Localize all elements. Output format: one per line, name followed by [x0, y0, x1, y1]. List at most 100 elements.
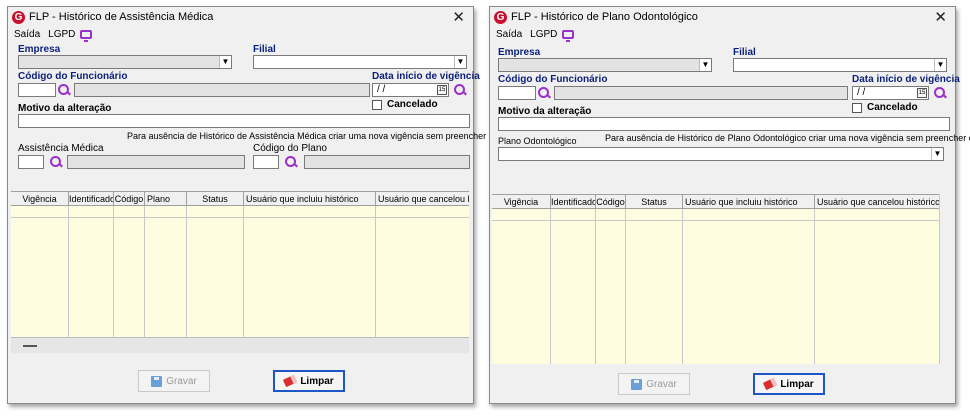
chevron-down-icon[interactable]: ▼ — [699, 59, 711, 71]
codigo-plano-input[interactable] — [253, 155, 279, 169]
save-button[interactable]: Gravar — [618, 373, 690, 395]
empresa-label: Empresa — [18, 44, 61, 55]
data-inicio-label: Data início de vigência — [852, 74, 960, 85]
assistencia-name-field — [67, 155, 245, 169]
flp-logo-icon: G — [12, 11, 25, 24]
search-icon[interactable] — [934, 87, 946, 99]
codigo-funcionario-label: Código do Funcionário — [18, 71, 128, 82]
empresa-label: Empresa — [498, 47, 541, 58]
save-icon — [631, 378, 643, 390]
title-bar: G FLP - Histórico de Plano Odontológico … — [490, 7, 955, 29]
date-value: / / — [857, 87, 866, 98]
history-grid[interactable]: Vigência Identificador Código Status Usu… — [492, 194, 939, 364]
clear-button-label: Limpar — [300, 375, 334, 387]
vertical-scrollbar[interactable] — [939, 194, 951, 364]
col-usuario-cancelou[interactable]: Usuário que cancelou histórico — [815, 195, 939, 209]
funcionario-name-field — [74, 83, 370, 97]
save-button-label: Gravar — [646, 378, 677, 390]
col-usuario-incluiu[interactable]: Usuário que incluiu histórico — [683, 195, 815, 209]
chevron-down-icon[interactable]: ▼ — [219, 56, 231, 68]
dental-history-window: G FLP - Histórico de Plano Odontológico … — [489, 6, 970, 404]
search-icon[interactable] — [454, 84, 466, 96]
save-icon — [151, 375, 163, 387]
plano-name-field — [304, 155, 470, 169]
plano-label: Plano Odontológico — [498, 136, 577, 146]
col-plano[interactable]: Plano — [145, 192, 187, 206]
save-button[interactable]: Gravar — [138, 370, 210, 392]
motivo-label: Motivo da alteração — [498, 106, 592, 117]
filial-label: Filial — [253, 44, 276, 55]
window-title: FLP - Histórico de Assistência Médica — [29, 11, 214, 23]
close-icon[interactable]: ✕ — [452, 8, 465, 26]
menu-exit[interactable]: Saída — [496, 29, 522, 40]
window-title: FLP - Histórico de Plano Odontológico — [511, 11, 698, 23]
title-bar: G FLP - Histórico de Assistência Médica … — [8, 7, 473, 29]
cancelado-label: Cancelado — [387, 99, 438, 110]
hint-text: Para ausência de Histórico de Plano Odon… — [605, 133, 970, 143]
motivo-input[interactable] — [18, 114, 470, 128]
cancelado-label: Cancelado — [867, 102, 918, 113]
search-icon[interactable] — [285, 156, 297, 168]
col-identificador[interactable]: Identificador — [69, 192, 114, 206]
medical-history-window: G FLP - Histórico de Assistência Médica … — [7, 6, 523, 404]
filial-select[interactable]: ▼ — [253, 55, 467, 69]
monitor-icon[interactable] — [80, 29, 93, 42]
chevron-down-icon[interactable]: ▼ — [934, 59, 946, 71]
close-icon[interactable]: ✕ — [934, 8, 947, 26]
funcionario-name-field — [554, 86, 848, 100]
col-usuario-cancelou[interactable]: Usuário que cancelou histó — [376, 192, 469, 206]
codigo-funcionario-label: Código do Funcionário — [498, 74, 608, 85]
col-status[interactable]: Status — [187, 192, 244, 206]
motivo-input[interactable] — [498, 117, 950, 131]
monitor-icon[interactable] — [562, 29, 575, 42]
search-icon[interactable] — [58, 84, 70, 96]
clear-button[interactable]: Limpar — [753, 373, 825, 395]
eraser-icon — [283, 374, 298, 388]
grid-header: Vigência Identificador Código Plano Stat… — [11, 192, 469, 206]
clear-button-label: Limpar — [780, 378, 814, 390]
chevron-down-icon[interactable]: ▼ — [454, 56, 466, 68]
col-codigo[interactable]: Código — [596, 195, 626, 209]
hint-text: Para ausência de Histórico de Assistênci… — [127, 131, 523, 141]
save-button-label: Gravar — [166, 375, 197, 387]
search-icon[interactable] — [50, 156, 62, 168]
eraser-icon — [763, 377, 778, 391]
codigo-plano-label: Código do Plano — [253, 143, 327, 154]
col-status[interactable]: Status — [626, 195, 683, 209]
col-usuario-incluiu[interactable]: Usuário que incluiu histórico — [244, 192, 376, 206]
data-inicio-input[interactable]: / / 15 — [372, 83, 449, 97]
cancelado-checkbox[interactable] — [852, 103, 862, 113]
menu-exit[interactable]: Saída — [14, 29, 40, 40]
assistencia-input[interactable] — [18, 155, 44, 169]
date-value: / / — [377, 84, 386, 95]
col-vigencia[interactable]: Vigência — [492, 195, 551, 209]
filial-select[interactable]: ▼ — [733, 58, 947, 72]
search-icon[interactable] — [538, 87, 550, 99]
codigo-funcionario-input[interactable] — [18, 83, 56, 97]
filial-label: Filial — [733, 47, 756, 58]
empresa-select[interactable]: ▼ — [18, 55, 232, 69]
motivo-label: Motivo da alteração — [18, 103, 112, 114]
codigo-funcionario-input[interactable] — [498, 86, 536, 100]
menu-lgpd[interactable]: LGPD — [48, 29, 75, 40]
calendar-icon[interactable]: 15 — [917, 88, 927, 98]
scroll-thumb[interactable] — [23, 345, 37, 347]
col-identificador[interactable]: Identificador — [551, 195, 596, 209]
cancelado-checkbox[interactable] — [372, 100, 382, 110]
calendar-icon[interactable]: 15 — [437, 85, 447, 95]
clear-button[interactable]: Limpar — [273, 370, 345, 392]
data-inicio-label: Data início de vigência — [372, 71, 480, 82]
plano-select[interactable]: ▼ — [498, 147, 944, 161]
menu-lgpd[interactable]: LGPD — [530, 29, 557, 40]
assistencia-label: Assistência Médica — [18, 143, 104, 154]
chevron-down-icon[interactable]: ▼ — [931, 148, 943, 160]
history-grid[interactable]: Vigência Identificador Código Plano Stat… — [11, 191, 469, 337]
grid-header: Vigência Identificador Código Status Usu… — [492, 195, 939, 209]
menu-bar: Saída LGPD — [14, 27, 93, 42]
data-inicio-input[interactable]: / / 15 — [852, 86, 929, 100]
flp-logo-icon: G — [494, 11, 507, 24]
col-vigencia[interactable]: Vigência — [11, 192, 69, 206]
col-codigo[interactable]: Código — [114, 192, 145, 206]
horizontal-scrollbar[interactable] — [11, 337, 469, 353]
empresa-select[interactable]: ▼ — [498, 58, 712, 72]
